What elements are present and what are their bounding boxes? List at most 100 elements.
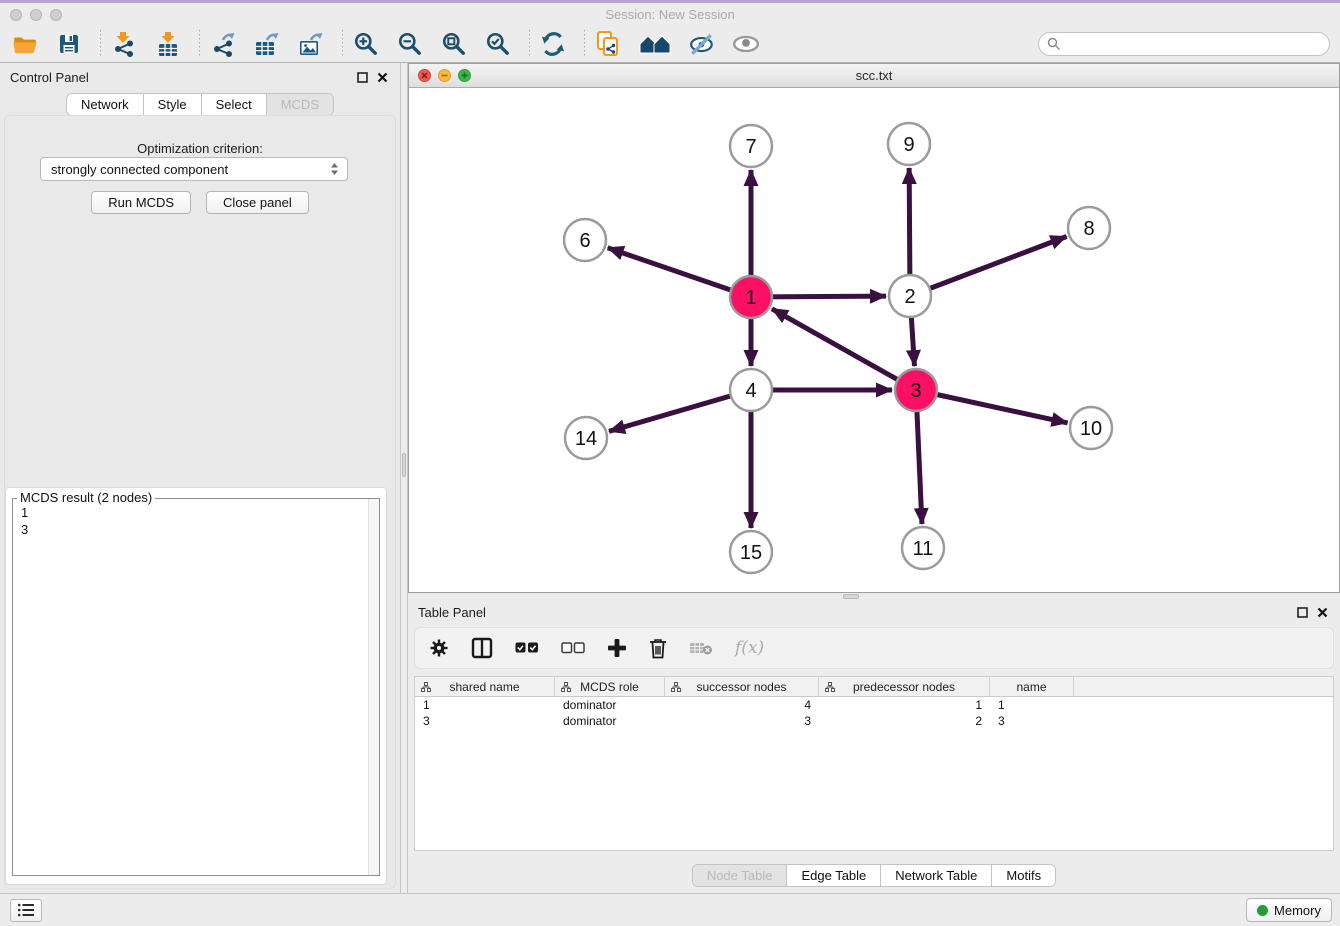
open-session-button[interactable] xyxy=(10,29,40,59)
search-input[interactable] xyxy=(1038,32,1330,56)
graph-edge-2-8[interactable] xyxy=(910,237,1067,296)
tree-icon xyxy=(421,682,431,692)
show-all-button[interactable] xyxy=(731,29,761,59)
tab-network-table[interactable]: Network Table xyxy=(881,865,992,886)
combo-stepper-icon xyxy=(330,162,339,176)
cell-successor-nodes: 3 xyxy=(665,713,819,729)
cell-mcds-role: dominator xyxy=(555,713,665,729)
graph-edge-1-6[interactable] xyxy=(608,248,751,297)
hide-selected-button[interactable] xyxy=(687,29,717,59)
status-bar: Memory xyxy=(0,893,1340,926)
table-row[interactable]: 3 dominator 3 2 3 xyxy=(415,713,1333,729)
delete-table-icon[interactable] xyxy=(689,640,713,656)
deselect-all-icon[interactable] xyxy=(561,642,585,654)
graph-node-label-14: 14 xyxy=(575,428,597,450)
toolbar-separator xyxy=(342,30,343,58)
column-header-name[interactable]: name xyxy=(990,677,1074,696)
tab-network[interactable]: Network xyxy=(67,94,144,115)
mcds-result-item[interactable]: 1 xyxy=(21,504,371,521)
close-panel-button[interactable]: Close panel xyxy=(206,191,309,214)
close-panel-icon[interactable] xyxy=(1317,607,1328,618)
column-header-predecessor-nodes[interactable]: predecessor nodes xyxy=(819,677,990,696)
mcds-buttons-row: Run MCDS Close panel xyxy=(0,191,400,214)
tab-select[interactable]: Select xyxy=(202,94,267,115)
show-columns-icon[interactable] xyxy=(471,637,493,659)
import-table-button[interactable] xyxy=(153,29,183,59)
graph-edge-3-1[interactable] xyxy=(772,309,916,390)
network-canvas[interactable]: 7968124314101511 xyxy=(409,88,1339,592)
column-header-mcds-role[interactable]: MCDS role xyxy=(555,677,665,696)
table-panel-header-icons xyxy=(1297,607,1328,618)
first-neighbors-button[interactable] xyxy=(637,29,673,59)
cell-name: 3 xyxy=(990,713,1074,729)
toolbar-separator xyxy=(584,30,585,58)
delete-column-icon[interactable] xyxy=(649,638,667,659)
tab-edge-table[interactable]: Edge Table xyxy=(787,865,881,886)
import-network-button[interactable] xyxy=(109,29,139,59)
export-table-button[interactable] xyxy=(252,29,282,59)
tab-style[interactable]: Style xyxy=(144,94,202,115)
graph-node-label-9: 9 xyxy=(903,134,914,156)
graph-node-label-1: 1 xyxy=(745,287,756,309)
float-panel-icon[interactable] xyxy=(357,72,368,83)
table-tabs: Node Table Edge Table Network Table Moti… xyxy=(408,864,1340,887)
splitter-handle[interactable] xyxy=(402,453,406,477)
mcds-result-container: MCDS result (2 nodes) 1 3 xyxy=(5,487,387,885)
run-mcds-button[interactable]: Run MCDS xyxy=(91,191,191,214)
mcds-result-title: MCDS result (2 nodes) xyxy=(17,490,155,505)
settings-gear-icon[interactable] xyxy=(429,638,449,658)
refresh-icon xyxy=(540,31,566,57)
zoom-out-button[interactable] xyxy=(395,29,425,59)
cell-predecessor-nodes: 1 xyxy=(819,697,990,713)
tab-mcds[interactable]: MCDS xyxy=(267,94,333,115)
mcds-result-fieldset: MCDS result (2 nodes) 1 3 xyxy=(12,498,380,876)
float-panel-icon[interactable] xyxy=(1297,607,1308,618)
column-label: predecessor nodes xyxy=(853,680,955,694)
tab-node-table[interactable]: Node Table xyxy=(693,865,788,886)
save-floppy-icon xyxy=(57,32,81,56)
table-row[interactable]: 1 dominator 4 1 1 xyxy=(415,697,1333,713)
save-session-button[interactable] xyxy=(54,29,84,59)
add-column-icon[interactable] xyxy=(607,638,627,658)
network-graph[interactable]: 7968124314101511 xyxy=(409,88,1339,592)
export-network-button[interactable] xyxy=(208,29,238,59)
refresh-layout-button[interactable] xyxy=(538,29,568,59)
zoom-in-icon xyxy=(353,31,379,57)
network-window-titlebar: scc.txt xyxy=(409,64,1339,88)
vertical-splitter[interactable] xyxy=(400,63,408,893)
tab-motifs[interactable]: Motifs xyxy=(992,865,1055,886)
memory-label: Memory xyxy=(1274,903,1321,918)
copy-share-button[interactable] xyxy=(593,29,623,59)
function-builder-button[interactable]: f(x) xyxy=(735,638,764,658)
splitter-handle[interactable] xyxy=(843,594,859,599)
horizontal-splitter[interactable] xyxy=(408,593,1340,600)
select-all-icon[interactable] xyxy=(515,642,539,654)
export-image-button[interactable] xyxy=(296,29,326,59)
result-scrollbar[interactable] xyxy=(368,499,379,875)
export-table-icon xyxy=(253,31,281,57)
graph-node-label-2: 2 xyxy=(904,286,915,308)
table-panel-header: Table Panel xyxy=(408,600,1340,624)
zoom-in-button[interactable] xyxy=(351,29,381,59)
optimization-criterion-select[interactable]: strongly connected component xyxy=(40,157,348,181)
memory-button[interactable]: Memory xyxy=(1246,898,1332,922)
eye-slash-icon xyxy=(689,31,715,57)
main-content: Control Panel Network Style Select xyxy=(0,63,1340,893)
cell-shared-name: 1 xyxy=(415,697,555,713)
toolbar-separator xyxy=(199,30,200,58)
zoom-selected-button[interactable] xyxy=(483,29,513,59)
mcds-result-item[interactable]: 3 xyxy=(21,521,371,538)
close-panel-icon[interactable] xyxy=(377,72,388,83)
application-window: Session: New Session xyxy=(0,0,1340,926)
task-history-button[interactable] xyxy=(10,899,42,922)
optimization-criterion-value: strongly connected component xyxy=(51,162,228,177)
network-window: scc.txt xyxy=(408,63,1340,593)
export-image-icon xyxy=(297,31,325,57)
column-header-shared-name[interactable]: shared name xyxy=(415,677,555,696)
window-title: Session: New Session xyxy=(0,7,1340,22)
toolbar-separator xyxy=(100,30,101,58)
column-header-successor-nodes[interactable]: successor nodes xyxy=(665,677,819,696)
zoom-fit-button[interactable] xyxy=(439,29,469,59)
graph-edge-3-10[interactable] xyxy=(916,390,1068,423)
right-column: scc.txt xyxy=(408,63,1340,893)
